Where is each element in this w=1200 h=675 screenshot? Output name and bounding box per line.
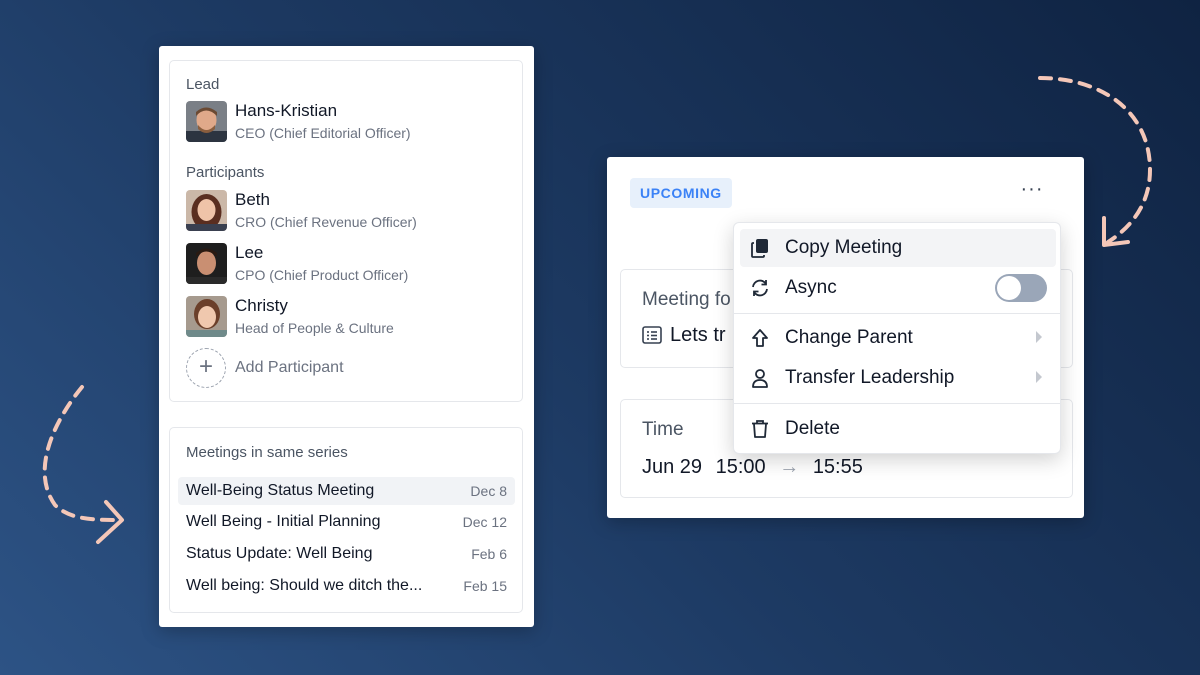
menu-divider: [734, 403, 1060, 404]
series-meeting-date: Dec 8: [470, 483, 507, 499]
participant-item[interactable]: Lee CPO (Chief Product Officer): [186, 243, 506, 285]
series-meeting-row[interactable]: Well being: Should we ditch the... Feb 1…: [178, 572, 515, 600]
menu-item-transfer-leadership[interactable]: Transfer Leadership: [740, 359, 1056, 397]
right-arrow-head: [1102, 216, 1130, 247]
end-time: 15:55: [812, 456, 863, 478]
participant-role: CRO (Chief Revenue Officer): [235, 214, 417, 230]
left-arrow-head: [96, 500, 124, 544]
series-meeting-date: Feb 15: [463, 578, 507, 594]
menu-divider: [734, 313, 1060, 314]
start-time: 15:00: [715, 456, 766, 478]
menu-item-delete[interactable]: Delete: [740, 410, 1056, 448]
plus-icon: +: [186, 348, 226, 388]
arrow-up-icon: [750, 328, 770, 348]
menu-item-label: Change Parent: [785, 327, 913, 348]
copy-icon: [750, 238, 770, 258]
series-meeting-name: Well being: Should we ditch the...: [186, 577, 423, 594]
series-meeting-date: Feb 6: [471, 546, 507, 562]
series-card: Meetings in same series Well-Being Statu…: [169, 427, 523, 613]
user-icon: [750, 368, 770, 388]
participant-name: Beth: [235, 190, 270, 209]
status-badge: UPCOMING: [630, 178, 732, 208]
async-toggle[interactable]: [995, 274, 1047, 302]
participant-role: Head of People & Culture: [235, 320, 394, 336]
meeting-focus-text: Lets tr: [670, 324, 726, 346]
meeting-focus-value: Lets tr: [642, 324, 726, 350]
menu-item-change-parent[interactable]: Change Parent: [740, 319, 1056, 357]
left-dashed-arrow: [42, 385, 122, 522]
participant-item[interactable]: Beth CRO (Chief Revenue Officer): [186, 190, 506, 232]
lead-name: Hans-Kristian: [235, 101, 338, 120]
time-value: Jun 29 15:00 → 15:55: [642, 456, 863, 479]
menu-item-label: Transfer Leadership: [785, 367, 955, 388]
toggle-knob: [997, 276, 1021, 300]
menu-item-label: Delete: [785, 418, 840, 439]
lead-label: Lead: [186, 76, 220, 93]
chevron-right-icon: [1036, 331, 1042, 343]
series-title: Meetings in same series: [186, 444, 348, 461]
menu-item-label: Async: [785, 277, 837, 298]
refresh-icon: [750, 278, 770, 298]
lead-role: CEO (Chief Editorial Officer): [235, 125, 411, 141]
arrow-right-icon: →: [779, 456, 800, 478]
series-meeting-row[interactable]: Status Update: Well Being Feb 6: [178, 540, 515, 568]
series-meeting-date: Dec 12: [462, 514, 507, 530]
participant-item[interactable]: Christy Head of People & Culture: [186, 296, 506, 338]
series-meeting-name: Status Update: Well Being: [186, 545, 373, 562]
add-participant-label: Add Participant: [235, 359, 344, 376]
series-meeting-name: Well-Being Status Meeting: [186, 482, 375, 499]
menu-item-copy-meeting[interactable]: Copy Meeting: [740, 229, 1056, 267]
trash-icon: [750, 419, 770, 439]
participant-name: Lee: [235, 243, 264, 262]
avatar: [186, 190, 227, 231]
time-label: Time: [642, 419, 684, 440]
series-meeting-name: Well Being - Initial Planning: [186, 513, 381, 530]
document-list-icon: [642, 326, 662, 350]
people-card: Lead Hans-Kristian CEO (Chief Editorial …: [169, 60, 523, 402]
avatar: [186, 296, 227, 337]
meeting-context-menu: Copy Meeting Async Change Parent Transfe…: [733, 222, 1061, 454]
lead-person[interactable]: Hans-Kristian CEO (Chief Editorial Offic…: [186, 101, 506, 143]
avatar: [186, 101, 227, 142]
meeting-sidebar-panel: Lead Hans-Kristian CEO (Chief Editorial …: [159, 46, 534, 627]
series-meeting-row[interactable]: Well-Being Status Meeting Dec 8: [178, 477, 515, 505]
chevron-right-icon: [1036, 371, 1042, 383]
series-meeting-row[interactable]: Well Being - Initial Planning Dec 12: [178, 508, 515, 536]
participant-name: Christy: [235, 296, 288, 315]
add-participant-button[interactable]: + Add Participant: [186, 348, 386, 390]
more-options-button[interactable]: ···: [1017, 179, 1047, 205]
meeting-focus-label: Meeting fo: [642, 289, 731, 310]
avatar: [186, 243, 227, 284]
participants-label: Participants: [186, 164, 265, 181]
participant-role: CPO (Chief Product Officer): [235, 267, 409, 283]
menu-item-label: Copy Meeting: [785, 237, 903, 258]
meeting-date: Jun 29: [642, 456, 703, 478]
